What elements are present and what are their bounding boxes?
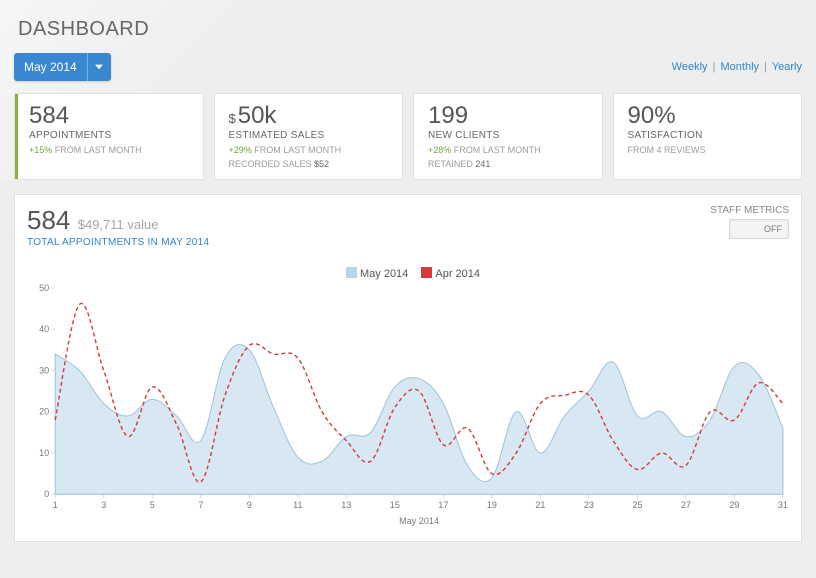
clients-sub: +28% FROM LAST MONTH	[428, 145, 590, 155]
period-dropdown[interactable]: May 2014	[14, 53, 111, 81]
chevron-down-icon	[87, 53, 111, 81]
svg-text:23: 23	[584, 500, 594, 510]
svg-text:19: 19	[487, 500, 497, 510]
chart-legend: May 2014 Apr 2014	[25, 267, 791, 280]
staff-metrics-label: STAFF METRICS	[710, 205, 789, 216]
range-monthly-link[interactable]: Monthly	[721, 61, 760, 73]
appointments-label: APPOINTMENTS	[29, 130, 191, 141]
panel-count: 584	[27, 205, 70, 236]
svg-text:5: 5	[150, 500, 155, 510]
appointments-value: 584	[29, 104, 191, 128]
sales-value: 50k	[238, 102, 277, 129]
period-dropdown-label: May 2014	[14, 60, 87, 74]
satisfaction-sub: FROM 4 REVIEWS	[628, 145, 790, 155]
card-accent	[15, 94, 18, 179]
legend-label-a: May 2014	[360, 268, 408, 280]
svg-text:0: 0	[44, 489, 49, 499]
card-clients[interactable]: 199 NEW CLIENTS +28% FROM LAST MONTH RET…	[413, 93, 603, 180]
page-title: DASHBOARD	[0, 0, 816, 53]
card-satisfaction[interactable]: 90% SATISFACTION FROM 4 REVIEWS	[613, 93, 803, 180]
svg-text:11: 11	[293, 500, 302, 510]
card-sales[interactable]: $50k ESTIMATED SALES +29% FROM LAST MONT…	[214, 93, 404, 180]
svg-text:May 2014: May 2014	[399, 516, 439, 526]
svg-text:7: 7	[198, 500, 203, 510]
appointments-sub: +15% FROM LAST MONTH	[29, 145, 191, 155]
svg-text:20: 20	[39, 407, 49, 417]
staff-metrics-toggle[interactable]: OFF	[729, 219, 789, 239]
svg-text:31: 31	[778, 500, 788, 510]
sales-prefix: $	[229, 111, 236, 126]
svg-text:1: 1	[53, 500, 58, 510]
clients-extra: RETAINED 241	[428, 159, 590, 169]
svg-text:30: 30	[39, 366, 49, 376]
clients-value: 199	[428, 104, 590, 128]
svg-text:10: 10	[39, 448, 49, 458]
staff-metrics-state: OFF	[764, 224, 782, 234]
range-yearly-link[interactable]: Yearly	[772, 61, 802, 73]
svg-text:27: 27	[681, 500, 691, 510]
svg-text:13: 13	[341, 500, 351, 510]
card-appointments[interactable]: 584 APPOINTMENTS +15% FROM LAST MONTH	[14, 93, 204, 180]
range-weekly-link[interactable]: Weekly	[672, 61, 708, 73]
svg-text:9: 9	[247, 500, 252, 510]
svg-text:25: 25	[632, 500, 642, 510]
range-links: Weekly | Monthly | Yearly	[672, 61, 802, 73]
svg-text:17: 17	[438, 500, 448, 510]
svg-text:29: 29	[729, 500, 739, 510]
svg-text:3: 3	[101, 500, 106, 510]
appointments-chart: 01020304050135791113151719212325272931Ma…	[25, 282, 791, 528]
panel-caption: TOTAL APPOINTMENTS IN MAY 2014	[27, 237, 209, 248]
svg-text:15: 15	[390, 500, 400, 510]
legend-label-b: Apr 2014	[435, 268, 480, 280]
legend-swatch-b	[421, 267, 432, 278]
svg-text:21: 21	[535, 500, 545, 510]
clients-label: NEW CLIENTS	[428, 130, 590, 141]
legend-swatch-a	[346, 267, 357, 278]
sales-label: ESTIMATED SALES	[229, 130, 391, 141]
sales-extra: RECORDED SALES $52	[229, 159, 391, 169]
svg-text:40: 40	[39, 324, 49, 334]
satisfaction-value: 90%	[628, 104, 790, 128]
satisfaction-label: SATISFACTION	[628, 130, 790, 141]
sales-sub: +29% FROM LAST MONTH	[229, 145, 391, 155]
svg-text:50: 50	[39, 283, 49, 293]
panel-value: $49,711 value	[78, 217, 159, 232]
chart-panel: 584 $49,711 value TOTAL APPOINTMENTS IN …	[14, 194, 802, 542]
